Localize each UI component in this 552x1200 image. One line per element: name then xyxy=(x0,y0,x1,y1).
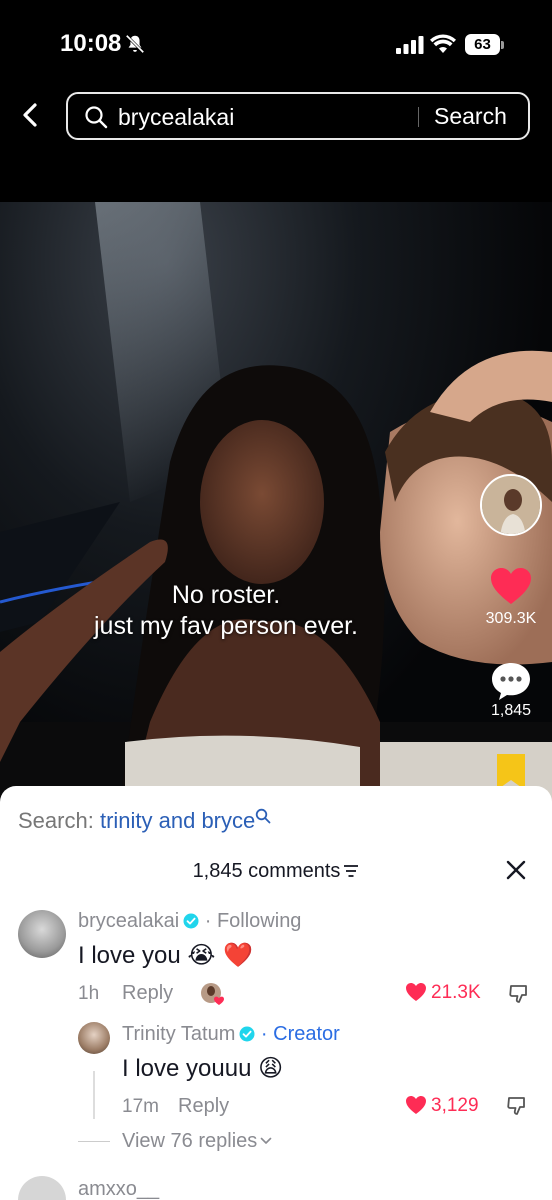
chevron-down-icon xyxy=(260,1137,272,1144)
battery-level: 63 xyxy=(465,34,500,55)
sort-filter-icon[interactable] xyxy=(343,864,359,878)
comment-like-count: 3,129 xyxy=(431,1095,479,1116)
comment-emojis: 😭 ❤️ xyxy=(187,941,253,969)
liked-by-creator-icon xyxy=(201,983,224,1005)
comment-bubble-icon[interactable] xyxy=(490,660,532,702)
search-suggestion[interactable]: Search: trinity and bryce xyxy=(18,808,271,834)
close-icon[interactable] xyxy=(505,859,527,881)
wifi-icon xyxy=(430,34,456,53)
comment-count: 1,845 xyxy=(490,702,532,719)
video-player[interactable]: No roster. just my fav person ever. 309.… xyxy=(0,202,552,802)
suggestion-prefix: Search: xyxy=(18,808,94,833)
verified-badge-icon xyxy=(183,913,199,929)
battery-indicator: 63 xyxy=(465,34,505,56)
status-bar: 10:08 63 xyxy=(0,0,552,90)
comment-author[interactable]: brycealakai · Following xyxy=(78,910,301,933)
suggestion-term[interactable]: trinity and bryce xyxy=(100,808,255,833)
verified-badge-icon xyxy=(239,1026,255,1042)
comment-body: I love you xyxy=(78,942,181,969)
status-time: 10:08 xyxy=(60,30,122,57)
like-heart-icon[interactable] xyxy=(490,567,532,605)
comment-username[interactable]: Trinity Tatum xyxy=(122,1023,235,1045)
comment-text: I love youuu 😩 xyxy=(122,1054,283,1083)
view-replies-label: View 76 replies xyxy=(122,1130,258,1152)
view-replies-button[interactable]: View 76 replies xyxy=(122,1130,272,1153)
avatar[interactable] xyxy=(18,910,66,958)
comment-author[interactable]: Trinity Tatum · Creator xyxy=(122,1023,340,1046)
comment-username[interactable]: amxxo__ xyxy=(78,1178,159,1200)
comment-body: I love youuu xyxy=(122,1055,252,1082)
search-icon xyxy=(256,808,271,824)
comment-username[interactable]: brycealakai xyxy=(78,910,179,932)
creator-label: · Creator xyxy=(260,1023,340,1045)
back-arrow-icon[interactable] xyxy=(16,100,46,130)
heart-icon xyxy=(406,1096,426,1114)
like-count: 309.3K xyxy=(485,610,537,627)
comment-emojis: 😩 xyxy=(258,1054,284,1082)
comment-time: 17m xyxy=(122,1096,159,1117)
search-header: brycealakai Search xyxy=(0,90,552,202)
search-divider xyxy=(418,107,419,127)
heart-icon xyxy=(406,983,426,1001)
following-label: · Following xyxy=(204,910,302,932)
comments-sheet: Search: trinity and bryce 1,845 comments… xyxy=(0,786,552,1200)
comment-like-count: 21.3K xyxy=(431,982,481,1003)
comment-time: 1h xyxy=(78,983,100,1004)
reply-button[interactable]: Reply xyxy=(178,1095,229,1118)
comments-count-title: 1,845 comments xyxy=(192,860,341,882)
battery-tip xyxy=(501,41,504,49)
reply-button[interactable]: Reply xyxy=(122,982,173,1005)
search-box[interactable]: brycealakai Search xyxy=(66,92,530,140)
comment-like[interactable]: 3,129 xyxy=(405,1095,505,1117)
comment-text: I love you 😭 ❤️ xyxy=(78,941,253,970)
replies-divider xyxy=(78,1141,110,1142)
creator-avatar[interactable] xyxy=(480,474,542,536)
bell-off-icon xyxy=(125,34,145,54)
caption-line-2: just my fav person ever. xyxy=(93,612,358,640)
thread-line xyxy=(93,1071,95,1119)
signal-icon xyxy=(396,36,424,54)
dislike-icon[interactable] xyxy=(506,1095,528,1117)
comments-header: 1,845 comments xyxy=(0,860,552,883)
search-icon xyxy=(85,106,108,129)
avatar[interactable] xyxy=(78,1022,110,1054)
comment-like[interactable]: 21.3K xyxy=(405,982,515,1004)
search-button[interactable]: Search xyxy=(434,103,507,130)
caption-line-1: No roster. xyxy=(171,581,281,609)
search-input[interactable]: brycealakai xyxy=(118,104,234,131)
dislike-icon[interactable] xyxy=(508,983,530,1005)
avatar[interactable] xyxy=(18,1176,66,1200)
